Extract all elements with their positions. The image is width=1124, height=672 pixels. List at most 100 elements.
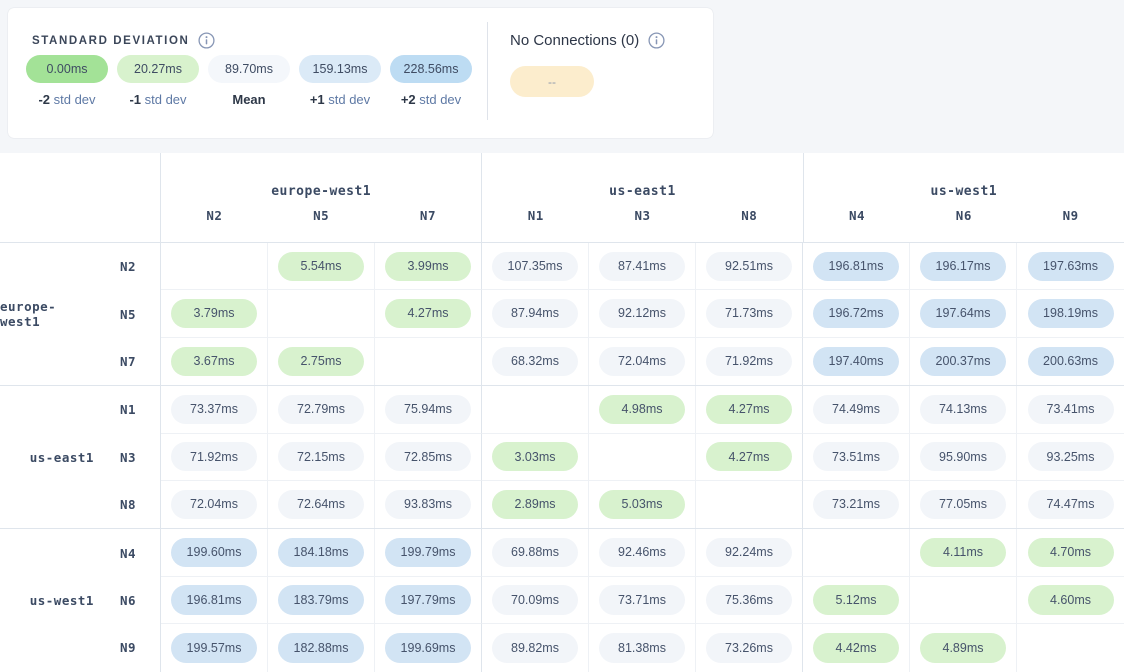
column-header-N8: N8 bbox=[696, 208, 803, 242]
latency-pill[interactable]: 196.81ms bbox=[813, 252, 899, 281]
latency-pill[interactable]: 5.54ms bbox=[278, 252, 364, 281]
latency-pill[interactable]: 4.42ms bbox=[813, 633, 899, 662]
latency-pill[interactable]: 5.03ms bbox=[599, 490, 685, 519]
latency-pill[interactable]: 2.75ms bbox=[278, 347, 364, 376]
latency-pill[interactable]: 107.35ms bbox=[492, 252, 578, 281]
latency-pill[interactable]: 95.90ms bbox=[920, 442, 1006, 471]
latency-pill[interactable]: 4.70ms bbox=[1028, 538, 1114, 567]
latency-pill[interactable]: 4.27ms bbox=[385, 299, 471, 328]
latency-pill[interactable]: 73.51ms bbox=[813, 442, 899, 471]
table-row: europe-west1N53.79ms4.27ms87.94ms92.12ms… bbox=[0, 290, 1124, 337]
latency-cell: 68.32ms bbox=[482, 338, 589, 385]
latency-cell: 73.26ms bbox=[696, 624, 803, 671]
latency-cell: 92.12ms bbox=[589, 290, 696, 337]
latency-cell: 3.99ms bbox=[375, 243, 482, 290]
latency-pill[interactable]: 89.82ms bbox=[492, 633, 578, 662]
column-node-row: N1N3N8 bbox=[482, 208, 802, 242]
latency-pill[interactable]: 71.92ms bbox=[171, 442, 257, 471]
latency-pill[interactable]: 72.04ms bbox=[599, 347, 685, 376]
latency-cell: 5.12ms bbox=[803, 577, 910, 624]
latency-pill[interactable]: 73.37ms bbox=[171, 395, 257, 424]
no-connections-section: No Connections (0) -- bbox=[510, 32, 665, 97]
latency-pill[interactable]: 74.13ms bbox=[920, 395, 1006, 424]
latency-pill[interactable]: 71.73ms bbox=[706, 299, 792, 328]
latency-cell: 5.03ms bbox=[589, 481, 696, 528]
latency-pill[interactable]: 2.89ms bbox=[492, 490, 578, 519]
latency-pill[interactable]: 71.92ms bbox=[706, 347, 792, 376]
table-row: us-west1N6196.81ms183.79ms197.79ms70.09m… bbox=[0, 577, 1124, 624]
stddev-step: 159.13ms+1 std dev bbox=[299, 55, 381, 107]
latency-pill[interactable]: 196.17ms bbox=[920, 252, 1006, 281]
latency-cell: 72.04ms bbox=[589, 338, 696, 385]
latency-pill[interactable]: 74.47ms bbox=[1028, 490, 1114, 519]
row-group-us-east1: N173.37ms72.79ms75.94ms4.98ms4.27ms74.49… bbox=[0, 386, 1124, 529]
no-connections-pill: -- bbox=[510, 66, 594, 97]
latency-pill[interactable]: 81.38ms bbox=[599, 633, 685, 662]
latency-pill[interactable]: 4.89ms bbox=[920, 633, 1006, 662]
column-region-label: us-west1 bbox=[804, 153, 1124, 208]
latency-pill[interactable]: 74.49ms bbox=[813, 395, 899, 424]
latency-pill[interactable]: 197.40ms bbox=[813, 347, 899, 376]
latency-pill[interactable]: 3.99ms bbox=[385, 252, 471, 281]
latency-pill[interactable]: 196.72ms bbox=[813, 299, 899, 328]
latency-pill[interactable]: 199.57ms bbox=[171, 633, 257, 662]
latency-pill[interactable]: 3.03ms bbox=[492, 442, 578, 471]
latency-pill[interactable]: 72.79ms bbox=[278, 395, 364, 424]
latency-pill[interactable]: 72.15ms bbox=[278, 442, 364, 471]
latency-pill[interactable]: 92.12ms bbox=[599, 299, 685, 328]
latency-pill[interactable]: 73.41ms bbox=[1028, 395, 1114, 424]
row-region-label: europe-west1 bbox=[0, 299, 94, 329]
latency-pill[interactable]: 93.25ms bbox=[1028, 442, 1114, 471]
latency-pill[interactable]: 199.69ms bbox=[385, 633, 471, 662]
latency-pill[interactable]: 73.21ms bbox=[813, 490, 899, 519]
latency-pill[interactable]: 196.81ms bbox=[171, 585, 257, 614]
info-icon[interactable] bbox=[648, 32, 665, 49]
latency-pill[interactable]: 5.12ms bbox=[813, 585, 899, 614]
latency-cell: 183.79ms bbox=[268, 577, 375, 624]
row-group-europe-west1: N25.54ms3.99ms107.35ms87.41ms92.51ms196.… bbox=[0, 243, 1124, 386]
latency-pill[interactable]: 93.83ms bbox=[385, 490, 471, 519]
latency-pill[interactable]: 68.32ms bbox=[492, 347, 578, 376]
latency-cell-self bbox=[589, 434, 696, 481]
latency-pill[interactable]: 4.11ms bbox=[920, 538, 1006, 567]
latency-pill[interactable]: 183.79ms bbox=[278, 585, 364, 614]
latency-pill[interactable]: 197.79ms bbox=[385, 585, 471, 614]
column-group-europe-west1: europe-west1N2N5N7 bbox=[161, 153, 482, 242]
latency-pill[interactable]: 4.60ms bbox=[1028, 585, 1114, 614]
latency-cell: 4.11ms bbox=[910, 529, 1017, 576]
info-icon[interactable] bbox=[198, 32, 215, 49]
latency-pill[interactable]: 4.98ms bbox=[599, 395, 685, 424]
latency-pill[interactable]: 70.09ms bbox=[492, 585, 578, 614]
latency-pill[interactable]: 182.88ms bbox=[278, 633, 364, 662]
latency-pill[interactable]: 75.94ms bbox=[385, 395, 471, 424]
latency-pill[interactable]: 184.18ms bbox=[278, 538, 364, 567]
latency-pill[interactable]: 197.64ms bbox=[920, 299, 1006, 328]
latency-cell: 196.17ms bbox=[910, 243, 1017, 290]
latency-pill[interactable]: 92.46ms bbox=[599, 538, 685, 567]
latency-pill[interactable]: 199.60ms bbox=[171, 538, 257, 567]
column-group-us-west1: us-west1N4N6N9 bbox=[804, 153, 1124, 242]
latency-pill[interactable]: 92.24ms bbox=[706, 538, 792, 567]
latency-pill[interactable]: 72.04ms bbox=[171, 490, 257, 519]
latency-pill[interactable]: 73.26ms bbox=[706, 633, 792, 662]
latency-pill[interactable]: 4.27ms bbox=[706, 395, 792, 424]
latency-pill[interactable]: 198.19ms bbox=[1028, 299, 1114, 328]
latency-pill[interactable]: 69.88ms bbox=[492, 538, 578, 567]
latency-cell: 200.37ms bbox=[910, 338, 1017, 385]
latency-pill[interactable]: 199.79ms bbox=[385, 538, 471, 567]
latency-pill[interactable]: 200.37ms bbox=[920, 347, 1006, 376]
latency-pill[interactable]: 75.36ms bbox=[706, 585, 792, 614]
latency-pill[interactable]: 4.27ms bbox=[706, 442, 792, 471]
latency-pill[interactable]: 87.41ms bbox=[599, 252, 685, 281]
latency-pill[interactable]: 73.71ms bbox=[599, 585, 685, 614]
latency-pill[interactable]: 3.67ms bbox=[171, 347, 257, 376]
latency-pill[interactable]: 77.05ms bbox=[920, 490, 1006, 519]
latency-pill[interactable]: 3.79ms bbox=[171, 299, 257, 328]
latency-pill[interactable]: 92.51ms bbox=[706, 252, 792, 281]
latency-pill[interactable]: 72.85ms bbox=[385, 442, 471, 471]
latency-pill[interactable]: 200.63ms bbox=[1028, 347, 1114, 376]
latency-pill[interactable]: 72.64ms bbox=[278, 490, 364, 519]
latency-pill[interactable]: 87.94ms bbox=[492, 299, 578, 328]
latency-cell: 4.70ms bbox=[1017, 529, 1124, 576]
latency-pill[interactable]: 197.63ms bbox=[1028, 252, 1114, 281]
